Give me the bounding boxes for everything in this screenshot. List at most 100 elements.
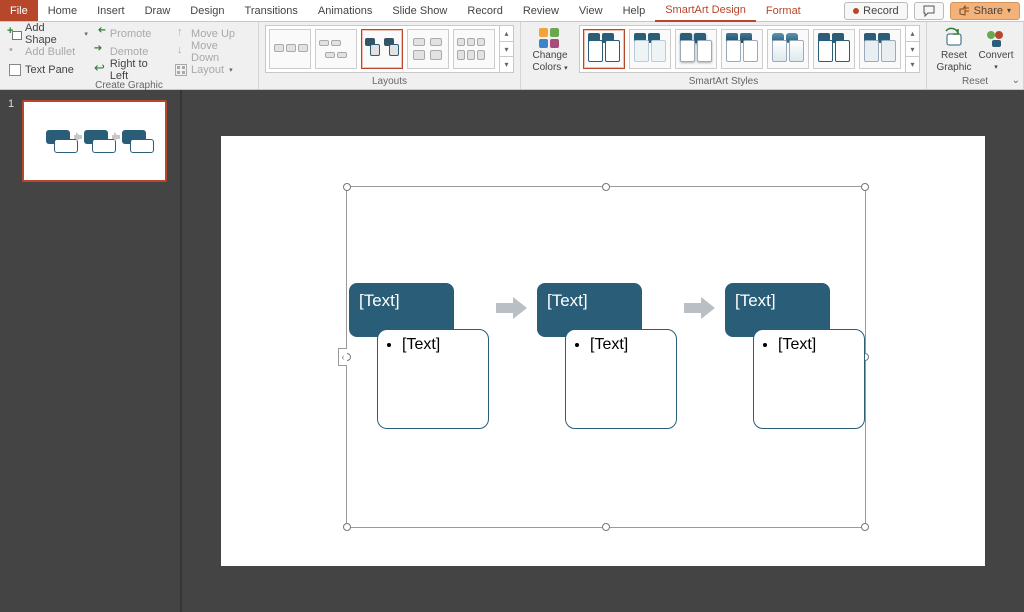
smartart-bullet[interactable]: [Text] <box>402 336 480 354</box>
resize-handle[interactable] <box>861 523 869 531</box>
share-icon <box>959 5 970 16</box>
layout-thumb[interactable] <box>407 29 449 69</box>
gallery-scroll-down[interactable]: ▾ <box>500 42 513 58</box>
resize-handle[interactable] <box>602 523 610 531</box>
tab-review[interactable]: Review <box>513 0 569 21</box>
thumb-sa-icon <box>130 139 154 153</box>
chevron-down-icon: ▾ <box>84 30 88 38</box>
layout-thumb[interactable] <box>453 29 495 69</box>
tab-animations[interactable]: Animations <box>308 0 382 21</box>
gallery-scroll-up[interactable]: ▴ <box>500 26 513 42</box>
text-pane-label: Text Pane <box>25 64 74 76</box>
move-down-label: Move Down <box>191 40 249 64</box>
smartart-graphic[interactable]: [Text] [Text] [Text] [Text] [Text] [Text… <box>349 283 863 337</box>
tab-format[interactable]: Format <box>756 0 811 21</box>
tab-help[interactable]: Help <box>613 0 656 21</box>
add-bullet-button: Add Bullet <box>6 43 91 60</box>
style-thumb[interactable] <box>767 29 809 69</box>
thumb-sa-icon <box>54 139 78 153</box>
tab-transitions[interactable]: Transitions <box>235 0 308 21</box>
gallery-more[interactable]: ▾ <box>500 57 513 72</box>
styles-gallery: ▴ ▾ ▾ <box>579 25 920 73</box>
ribbon: Add Shape ▾ Add Bullet Text Pane Promote <box>0 22 1024 90</box>
resize-handle[interactable] <box>343 523 351 531</box>
chevron-down-icon: ▾ <box>229 66 233 74</box>
smartart-node-1[interactable]: [Text] [Text] <box>349 283 487 337</box>
reset-graphic-label-2: Graphic <box>936 63 971 73</box>
convert-icon <box>984 27 1008 49</box>
resize-handle[interactable] <box>602 183 610 191</box>
slide-thumbnail-1[interactable] <box>22 100 167 182</box>
slide-thumbnail-pane[interactable]: 1 <box>0 90 180 612</box>
text-pane-toggle[interactable]: ‹ <box>338 348 347 366</box>
tab-smartart-design[interactable]: SmartArt Design <box>655 0 756 22</box>
tab-design[interactable]: Design <box>180 0 234 21</box>
smartart-bullet[interactable]: [Text] <box>778 336 856 354</box>
layout-label: Layout <box>191 64 224 76</box>
layouts-gallery: ▴ ▾ ▾ <box>265 25 514 73</box>
layout-thumb[interactable] <box>315 29 357 69</box>
change-colors-button[interactable]: Change Colors ▾ <box>527 25 573 74</box>
resize-handle[interactable] <box>343 183 351 191</box>
smartart-node-body[interactable]: [Text] <box>753 329 865 429</box>
smartart-node-2[interactable]: [Text] [Text] <box>537 283 675 337</box>
add-bullet-icon <box>9 46 21 58</box>
add-shape-button[interactable]: Add Shape ▾ <box>6 25 91 42</box>
layout-button: Layout ▾ <box>172 61 252 78</box>
tab-record[interactable]: Record <box>457 0 512 21</box>
style-thumb[interactable] <box>721 29 763 69</box>
chevron-down-icon: ▾ <box>1007 6 1011 15</box>
smartart-node-body[interactable]: [Text] <box>565 329 677 429</box>
style-thumb-selected[interactable] <box>583 29 625 69</box>
chevron-down-icon: ▾ <box>994 63 998 73</box>
tab-draw[interactable]: Draw <box>135 0 181 21</box>
tab-view[interactable]: View <box>569 0 613 21</box>
chevron-down-icon: ▾ <box>564 65 568 72</box>
layout-thumb[interactable] <box>269 29 311 69</box>
tab-home[interactable]: Home <box>38 0 87 21</box>
ribbon-collapse-button[interactable]: ⌄ <box>1012 75 1020 86</box>
smartart-node-body[interactable]: [Text] <box>377 329 489 429</box>
right-to-left-button[interactable]: Right to Left <box>91 61 172 78</box>
thumb-arrow-icon <box>112 135 120 139</box>
group-layouts: ▴ ▾ ▾ Layouts <box>259 22 521 89</box>
slide-index: 1 <box>8 98 14 110</box>
layout-thumb-selected[interactable] <box>361 29 403 69</box>
style-thumb[interactable] <box>813 29 855 69</box>
ribbon-tab-strip: File Home Insert Draw Design Transitions… <box>0 0 1024 22</box>
tab-slide-show[interactable]: Slide Show <box>382 0 457 21</box>
group-reset: Reset Graphic Convert ▾ Reset <box>927 22 1024 89</box>
move-down-button: Move Down <box>172 43 252 60</box>
smartart-node-3[interactable]: [Text] [Text] <box>725 283 863 337</box>
text-pane-button[interactable]: Text Pane <box>6 61 91 78</box>
layout-icon <box>175 64 187 76</box>
share-button[interactable]: Share ▾ <box>950 2 1020 20</box>
comments-button[interactable] <box>914 2 944 20</box>
record-button[interactable]: Record <box>844 2 907 20</box>
convert-button[interactable]: Convert ▾ <box>975 25 1017 73</box>
style-thumb[interactable] <box>675 29 717 69</box>
promote-icon <box>94 28 106 40</box>
gallery-scroll-down[interactable]: ▾ <box>906 42 919 58</box>
smartart-bullet[interactable]: [Text] <box>590 336 668 354</box>
add-shape-label: Add Shape <box>25 22 79 46</box>
tab-insert[interactable]: Insert <box>87 0 135 21</box>
reset-graphic-button[interactable]: Reset Graphic <box>933 25 975 73</box>
record-label: Record <box>863 5 898 17</box>
reset-graphic-icon <box>942 27 966 49</box>
share-label: Share <box>974 5 1003 17</box>
record-icon <box>853 8 859 14</box>
thumb-sa-icon <box>92 139 116 153</box>
speech-bubble-icon <box>923 5 935 17</box>
slide[interactable]: ‹ [Text] [Text] [Text] [Text] [Text] [Te… <box>221 136 985 566</box>
gallery-more[interactable]: ▾ <box>906 57 919 72</box>
gallery-scroll-up[interactable]: ▴ <box>906 26 919 42</box>
style-thumb[interactable] <box>629 29 671 69</box>
style-thumb[interactable] <box>859 29 901 69</box>
tab-file[interactable]: File <box>0 0 38 21</box>
promote-button: Promote <box>91 25 172 42</box>
smartart-selection-frame[interactable]: ‹ [Text] [Text] [Text] [Text] [Text] [Te… <box>346 186 866 528</box>
slide-canvas-area[interactable]: ‹ [Text] [Text] [Text] [Text] [Text] [Te… <box>180 90 1024 612</box>
resize-handle[interactable] <box>861 183 869 191</box>
arrow-right-icon <box>496 299 528 317</box>
